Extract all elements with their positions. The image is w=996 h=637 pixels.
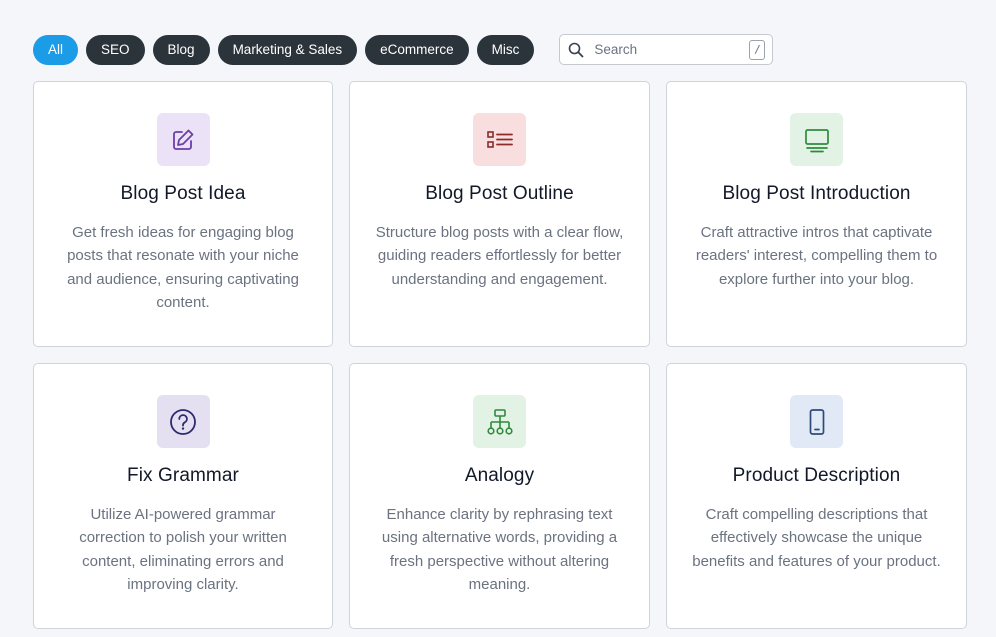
template-card-blog-post-introduction[interactable]: Blog Post Introduction Craft attractive … [666,81,967,347]
hierarchy-icon [486,408,513,435]
filter-chip-marketing-sales[interactable]: Marketing & Sales [217,34,358,65]
search-box[interactable]: / [559,34,774,65]
pencil-square-icon [173,129,194,150]
card-icon-box [473,395,526,448]
card-title: Blog Post Idea [120,183,246,204]
card-icon-box [473,113,526,166]
card-title: Analogy [464,465,535,486]
card-icon-box [790,395,843,448]
filter-chip-all[interactable]: All [33,34,79,65]
filter-toolbar: All SEO Blog Marketing & Sales eCommerce… [33,34,774,65]
card-icon-box [156,113,210,166]
card-title: Blog Post Outline [425,183,574,204]
template-card-fix-grammar[interactable]: Fix Grammar Utilize AI-powered grammar c… [33,363,333,629]
list-icon [486,130,513,148]
question-circle-icon [170,408,196,435]
card-description: Craft attractive intros that captivate r… [695,224,938,288]
filter-chip-seo[interactable]: SEO [86,34,145,65]
filter-chip-ecommerce[interactable]: eCommerce [365,34,469,65]
filter-chip-misc[interactable]: Misc [476,34,535,65]
filter-chip-blog[interactable]: Blog [152,34,210,65]
card-description: Get fresh ideas for engaging blog posts … [67,224,299,311]
magnifier-icon [568,42,584,58]
card-title: Blog Post Introduction [722,183,911,204]
template-card-blog-post-outline[interactable]: Blog Post Outline Structure blog posts w… [349,81,650,347]
template-card-product-description[interactable]: Product Description Craft compelling des… [666,363,967,629]
search-input[interactable] [594,42,745,57]
search-shortcut-hint: / [749,39,766,60]
card-description: Enhance clarity by rephrasing text using… [381,506,618,593]
smartphone-icon [809,408,824,435]
card-description: Structure blog posts with a clear flow, … [375,224,624,288]
card-description: Utilize AI-powered grammar correction to… [79,506,287,593]
monitor-icon [804,128,829,152]
template-card-blog-post-idea[interactable]: Blog Post Idea Get fresh ideas for engag… [33,81,333,347]
template-grid: Blog Post Idea Get fresh ideas for engag… [33,81,967,629]
card-title: Fix Grammar [127,465,239,486]
card-icon-box [156,395,210,448]
template-card-analogy[interactable]: Analogy Enhance clarity by rephrasing te… [349,363,650,629]
card-description: Craft compelling descriptions that effec… [692,506,941,570]
card-icon-box [790,113,843,166]
card-title: Product Description [732,465,901,486]
